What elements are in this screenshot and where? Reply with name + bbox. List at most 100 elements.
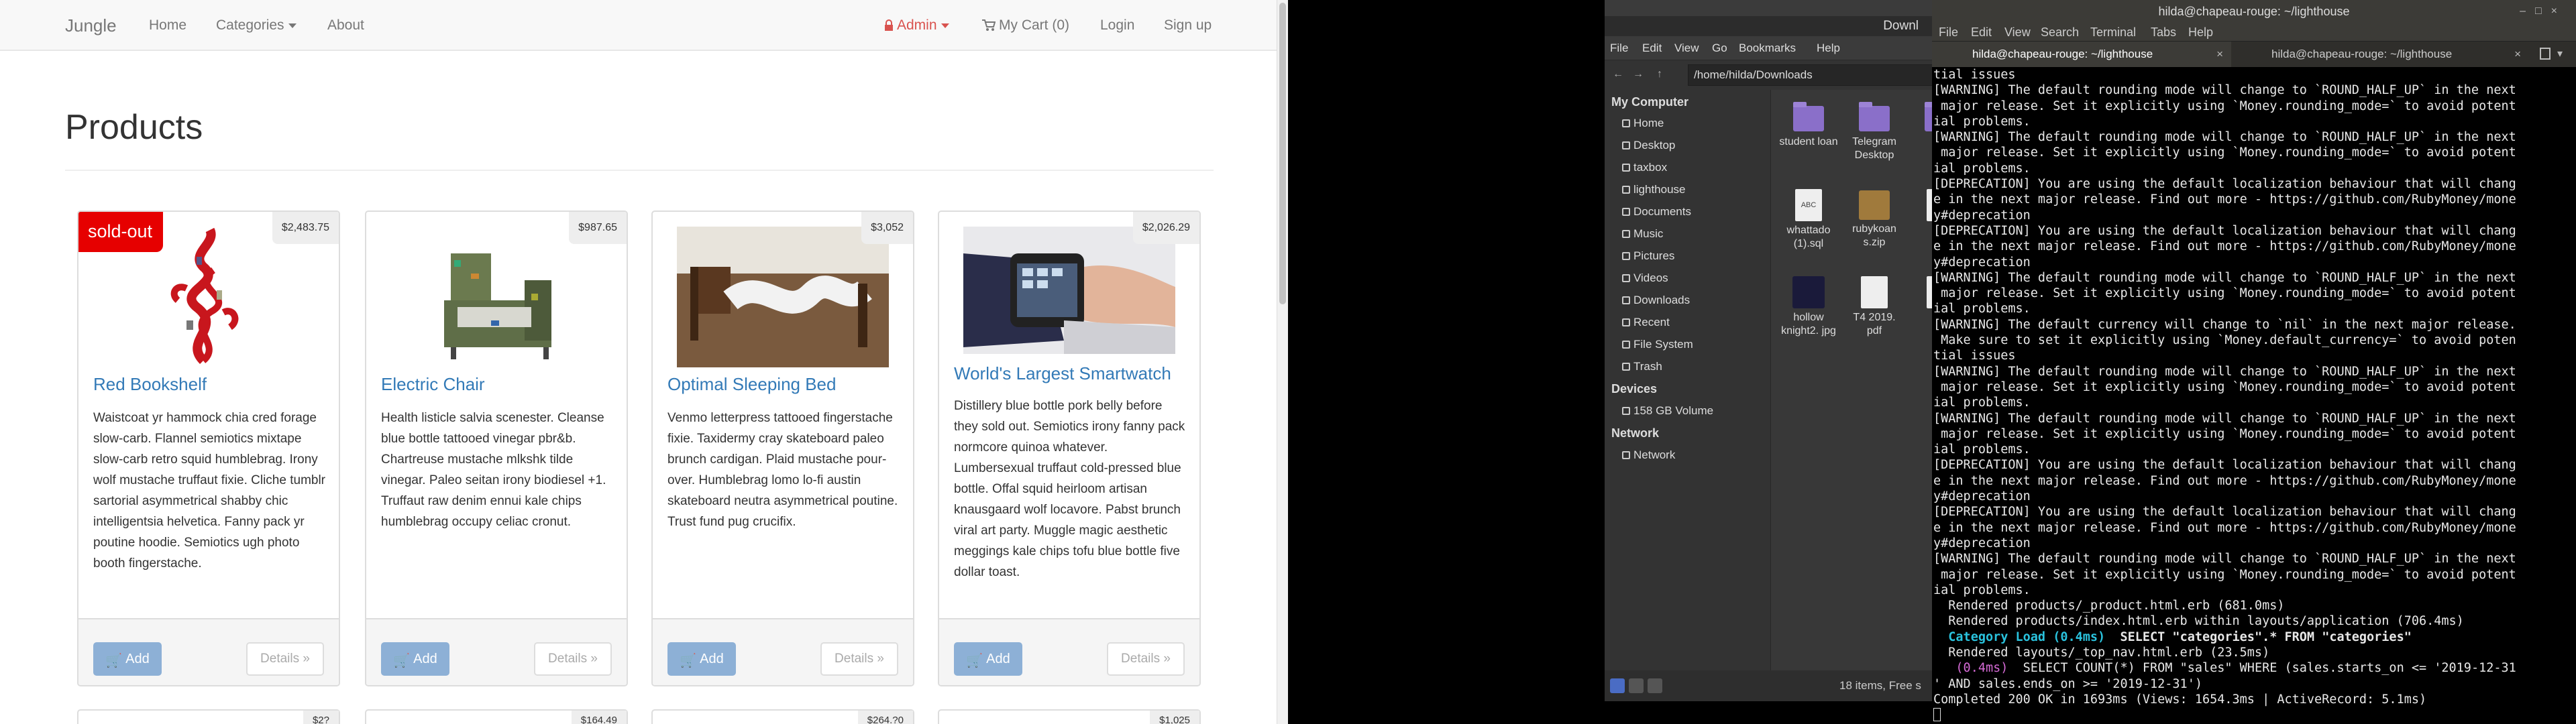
- up-arrow-icon[interactable]: ↑: [1653, 66, 1666, 83]
- twisted-bed-image[interactable]: [677, 227, 889, 367]
- nav-signup-link[interactable]: Sign up: [1164, 0, 1212, 51]
- details-button[interactable]: Details »: [1107, 642, 1185, 676]
- sidebar-item-trash[interactable]: Trash: [1622, 360, 1662, 373]
- window-controls[interactable]: –□×: [2520, 0, 2567, 23]
- minimize-icon[interactable]: –: [2520, 5, 2535, 17]
- sidebar-item-recent[interactable]: Recent: [1622, 316, 1670, 329]
- terminal-line: tial issues: [1933, 68, 2016, 82]
- menu-bookmarks[interactable]: Bookmarks: [1739, 36, 1796, 60]
- nav-categories-label: Categories: [216, 17, 284, 33]
- sidebar-item-videos[interactable]: Videos: [1622, 272, 1668, 285]
- file-item[interactable]: c: [1911, 185, 1932, 237]
- file-item[interactable]: Telegram Desktop: [1845, 99, 1904, 162]
- file-item[interactable]: student loan: [1779, 99, 1838, 149]
- card-footer: 🛒 Add Details »: [366, 618, 627, 685]
- file-item[interactable]: 18: [1911, 272, 1932, 324]
- sql-label: (0.4ms): [1933, 661, 2008, 676]
- close-icon[interactable]: ×: [2551, 5, 2567, 17]
- sidebar-item-home[interactable]: Home: [1622, 117, 1664, 130]
- wrist-smartwatch-image[interactable]: [963, 227, 1175, 354]
- sidebar-item-label: Music: [1633, 227, 1664, 240]
- file-item[interactable]: ABC whattado (1).sql: [1779, 185, 1838, 251]
- sidebar-header-network[interactable]: Network: [1611, 426, 1659, 440]
- terminal-line: [WARNING] The default rounding mode will…: [1933, 364, 2516, 379]
- sidebar-item-network[interactable]: Network: [1622, 448, 1675, 462]
- sidebar-header-my-computer[interactable]: My Computer: [1611, 95, 1688, 109]
- terminal-line: e in the next major release. Find out mo…: [1933, 473, 2516, 488]
- menu-help[interactable]: Help: [2188, 23, 2213, 42]
- videos-icon: [1622, 274, 1630, 282]
- back-arrow-icon[interactable]: ←: [1611, 66, 1625, 83]
- sidebar-item-volume[interactable]: 158 GB Volume: [1622, 404, 1713, 418]
- page-scrollbar[interactable]: [1277, 0, 1288, 724]
- product-title[interactable]: Optimal Sleeping Bed: [667, 374, 902, 395]
- tab-terminal-1[interactable]: hilda@chapeau-rouge: ~/lighthouse ×: [1932, 42, 2231, 67]
- product-title[interactable]: World's Largest Smartwatch: [954, 363, 1189, 384]
- hide-sidebar-icon[interactable]: [1648, 678, 1662, 693]
- details-button[interactable]: Details »: [820, 642, 898, 676]
- nav-categories-dropdown[interactable]: Categories: [216, 0, 297, 51]
- nav-login-link[interactable]: Login: [1100, 0, 1134, 51]
- nav-admin-dropdown[interactable]: Admin: [884, 0, 949, 51]
- add-to-cart-button[interactable]: 🛒 Add: [667, 642, 736, 676]
- file-item[interactable]: rubykoan s.zip: [1845, 185, 1904, 249]
- add-to-cart-button[interactable]: 🛒 Add: [954, 642, 1022, 676]
- menu-help[interactable]: Help: [1817, 36, 1840, 60]
- file-item[interactable]: hollow knight2. jpg: [1779, 272, 1838, 338]
- details-button[interactable]: Details »: [246, 642, 324, 676]
- terminal-line: major release. Set it explicitly using `…: [1933, 379, 2516, 394]
- menu-file[interactable]: File: [1610, 36, 1628, 60]
- sidebar-item-music[interactable]: Music: [1622, 227, 1663, 241]
- sidebar-header-devices[interactable]: Devices: [1611, 382, 1657, 396]
- places-toggle-icon[interactable]: [1610, 678, 1625, 693]
- brand-link[interactable]: Jungle: [65, 0, 117, 51]
- close-icon[interactable]: ×: [2514, 42, 2521, 67]
- menu-go[interactable]: Go: [1712, 36, 1727, 60]
- location-bar[interactable]: /home/hilda/Downloads: [1688, 64, 1932, 86]
- sidebar-item-documents[interactable]: Documents: [1622, 205, 1691, 219]
- menu-file[interactable]: File: [1939, 23, 1958, 42]
- menu-tabs[interactable]: Tabs: [2151, 23, 2176, 42]
- network-icon: [1622, 451, 1630, 459]
- nav-cart-link[interactable]: My Cart (0): [982, 0, 1069, 51]
- product-title[interactable]: Red Bookshelf: [93, 374, 328, 395]
- nav-home-link[interactable]: Home: [149, 0, 186, 51]
- sql-query: SELECT "categories".* FROM "categories": [2105, 629, 2412, 644]
- terminal-prompt[interactable]: [1933, 707, 2574, 723]
- product-title[interactable]: Electric Chair: [381, 374, 616, 395]
- add-to-cart-button[interactable]: 🛒 Add: [93, 642, 162, 676]
- nav-about-link[interactable]: About: [327, 0, 364, 51]
- terminal-output[interactable]: tial issues [WARNING] The default roundin…: [1933, 67, 2574, 724]
- close-icon[interactable]: ×: [2216, 42, 2223, 67]
- forward-arrow-icon[interactable]: →: [1631, 66, 1645, 83]
- terminal-line: Rendered products/index.html.erb within …: [1933, 614, 2464, 629]
- sidebar-item-desktop[interactable]: Desktop: [1622, 139, 1675, 152]
- menu-edit[interactable]: Edit: [1642, 36, 1662, 60]
- maximize-icon[interactable]: □: [2535, 5, 2551, 17]
- menu-view[interactable]: View: [2004, 23, 2031, 42]
- terminal-line: [WARNING] The default rounding mode will…: [1933, 270, 2516, 285]
- new-tab-icon[interactable]: [2540, 48, 2551, 60]
- sidebar-item-pictures[interactable]: Pictures: [1622, 249, 1674, 263]
- menu-view[interactable]: View: [1674, 36, 1699, 60]
- terminal-line: [WARNING] The default rounding mode will…: [1933, 130, 2516, 145]
- tree-toggle-icon[interactable]: [1629, 678, 1644, 693]
- menu-search[interactable]: Search: [2041, 23, 2079, 42]
- status-text: 18 items, Free s: [1839, 679, 1921, 692]
- file-item[interactable]: T4 2019. pdf: [1845, 272, 1904, 338]
- sidebar-item-file-system[interactable]: File System: [1622, 338, 1693, 351]
- drive-icon: [1622, 407, 1630, 415]
- menu-terminal[interactable]: Terminal: [2090, 23, 2136, 42]
- file-name: whattado (1).sql: [1786, 225, 1831, 249]
- chevron-down-icon[interactable]: ▾: [2557, 42, 2563, 67]
- scrollbar-thumb[interactable]: [1279, 3, 1286, 304]
- file-item[interactable]: Tw: [1911, 99, 1932, 149]
- circuit-armchair-image[interactable]: [390, 227, 602, 367]
- sidebar-item-taxbox[interactable]: taxbox: [1622, 161, 1667, 174]
- details-button[interactable]: Details »: [534, 642, 612, 676]
- tab-terminal-2[interactable]: hilda@chapeau-rouge: ~/lighthouse ×: [2231, 42, 2529, 67]
- sidebar-item-downloads[interactable]: Downloads: [1622, 294, 1690, 307]
- menu-edit[interactable]: Edit: [1971, 23, 1992, 42]
- sidebar-item-lighthouse[interactable]: lighthouse: [1622, 183, 1686, 196]
- add-to-cart-button[interactable]: 🛒 Add: [381, 642, 449, 676]
